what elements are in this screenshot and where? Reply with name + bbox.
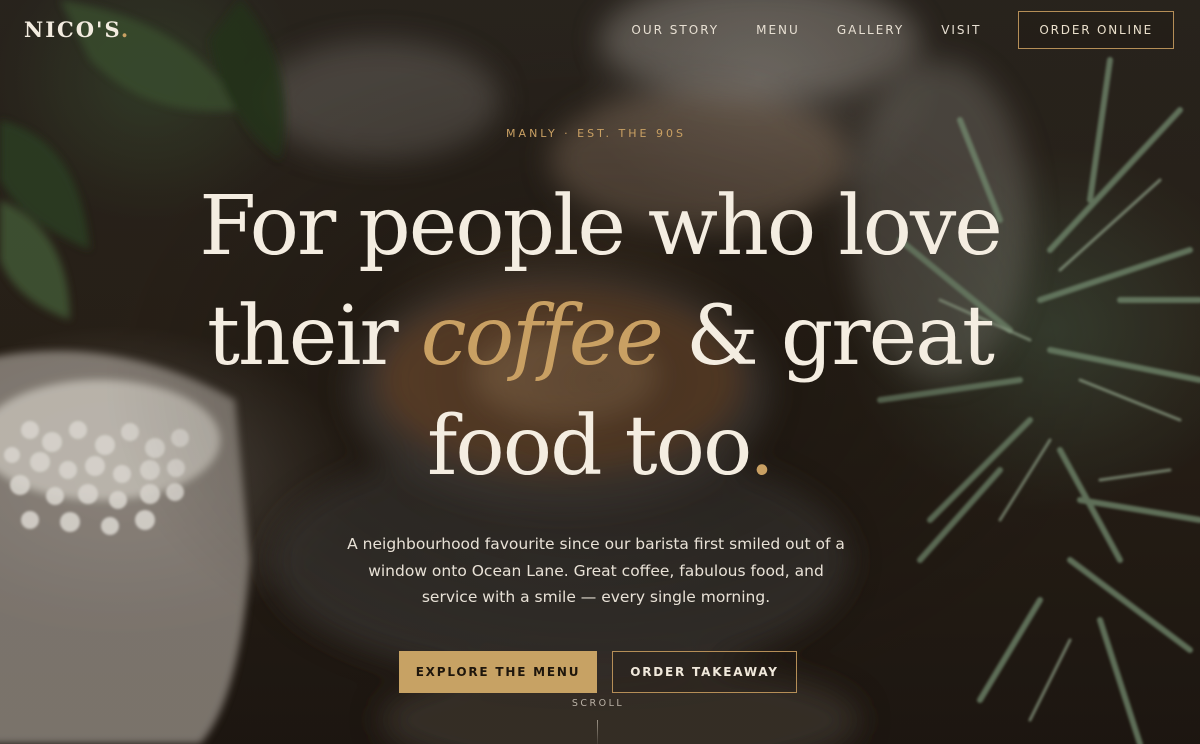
brand-name: NICO'S <box>24 17 121 42</box>
headline-line-3: food too <box>427 399 751 494</box>
brand-dot: . <box>120 17 131 42</box>
headline-period: . <box>748 399 775 494</box>
headline-line-2-start: their <box>206 289 421 384</box>
hero-eyebrow: MANLY · EST. THE 90S <box>506 127 686 140</box>
description-line-3: service with a smile — every single morn… <box>421 588 771 606</box>
explore-menu-button[interactable]: EXPLORE THE MENU <box>399 651 597 693</box>
order-takeaway-button[interactable]: ORDER TAKEAWAY <box>612 651 797 693</box>
scroll-indicator-label[interactable]: SCROLL <box>0 698 1196 709</box>
headline-accent-word: coffee <box>420 289 664 384</box>
description-line-2: window onto Ocean Lane. Great coffee, fa… <box>368 561 824 580</box>
hero-headline: For people who love their coffee & great… <box>0 172 1200 502</box>
main-nav: OUR STORY MENU GALLERY VISIT ORDER ONLIN… <box>631 11 1174 49</box>
nav-link-our-story[interactable]: OUR STORY <box>631 23 719 37</box>
nav-link-menu[interactable]: MENU <box>756 23 800 37</box>
hero-description: A neighbourhood favourite since our bari… <box>0 531 1196 611</box>
headline-line-1: For people who love <box>199 179 1003 274</box>
scroll-indicator-line <box>597 720 598 744</box>
order-online-button[interactable]: ORDER ONLINE <box>1018 11 1174 49</box>
description-line-1: A neighbourhood favourite since our bari… <box>347 535 845 553</box>
nav-link-gallery[interactable]: GALLERY <box>837 23 904 37</box>
headline-line-2-end: & great <box>661 289 995 384</box>
brand-logo[interactable]: NICO'S. <box>24 17 130 42</box>
hero-section: NICO'S. OUR STORY MENU GALLERY VISIT ORD… <box>0 0 1200 744</box>
nav-link-visit[interactable]: VISIT <box>941 23 981 37</box>
